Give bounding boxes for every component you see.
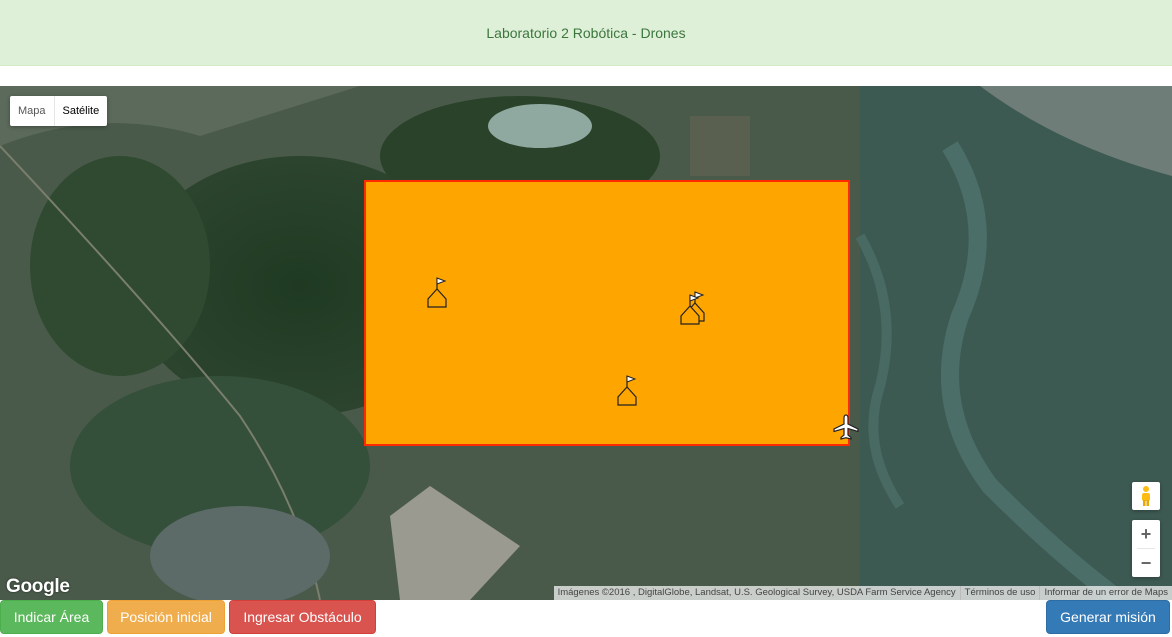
- map-attribution: Imágenes ©2016 , DigitalGlobe, Landsat, …: [553, 586, 1172, 600]
- map-type-satellite-button[interactable]: Satélite: [53, 96, 108, 126]
- zoom-control: + −: [1132, 520, 1160, 577]
- generate-mission-button[interactable]: Generar misión: [1046, 600, 1170, 634]
- report-error-link[interactable]: Informar de un error de Maps: [1039, 586, 1172, 600]
- map-type-map-button[interactable]: Mapa: [10, 96, 54, 126]
- airplane-icon[interactable]: [832, 413, 860, 441]
- add-obstacle-button[interactable]: Ingresar Obstáculo: [229, 600, 376, 634]
- page-title: Laboratorio 2 Robótica - Drones: [486, 24, 686, 41]
- zoom-out-button[interactable]: −: [1132, 549, 1160, 577]
- initial-position-button[interactable]: Posición inicial: [107, 600, 225, 634]
- google-logo: Google: [6, 576, 70, 597]
- map-type-control: Mapa Satélite: [10, 96, 108, 126]
- flag-marker-icon[interactable]: [426, 277, 448, 309]
- page-header: Laboratorio 2 Robótica - Drones: [0, 0, 1172, 66]
- mission-area-rectangle[interactable]: [364, 180, 850, 446]
- flag-marker-icon[interactable]: [616, 375, 638, 407]
- map-view[interactable]: Mapa Satélite + − Google Imágenes ©2016 …: [0, 86, 1172, 600]
- imagery-credit: Imágenes ©2016 , DigitalGlobe, Landsat, …: [557, 587, 956, 598]
- zoom-in-button[interactable]: +: [1132, 520, 1160, 548]
- street-view-pegman-icon[interactable]: [1132, 482, 1160, 510]
- indicate-area-button[interactable]: Indicar Área: [0, 600, 103, 634]
- terms-link[interactable]: Términos de uso: [959, 586, 1040, 600]
- flag-marker-icon[interactable]: [679, 294, 701, 326]
